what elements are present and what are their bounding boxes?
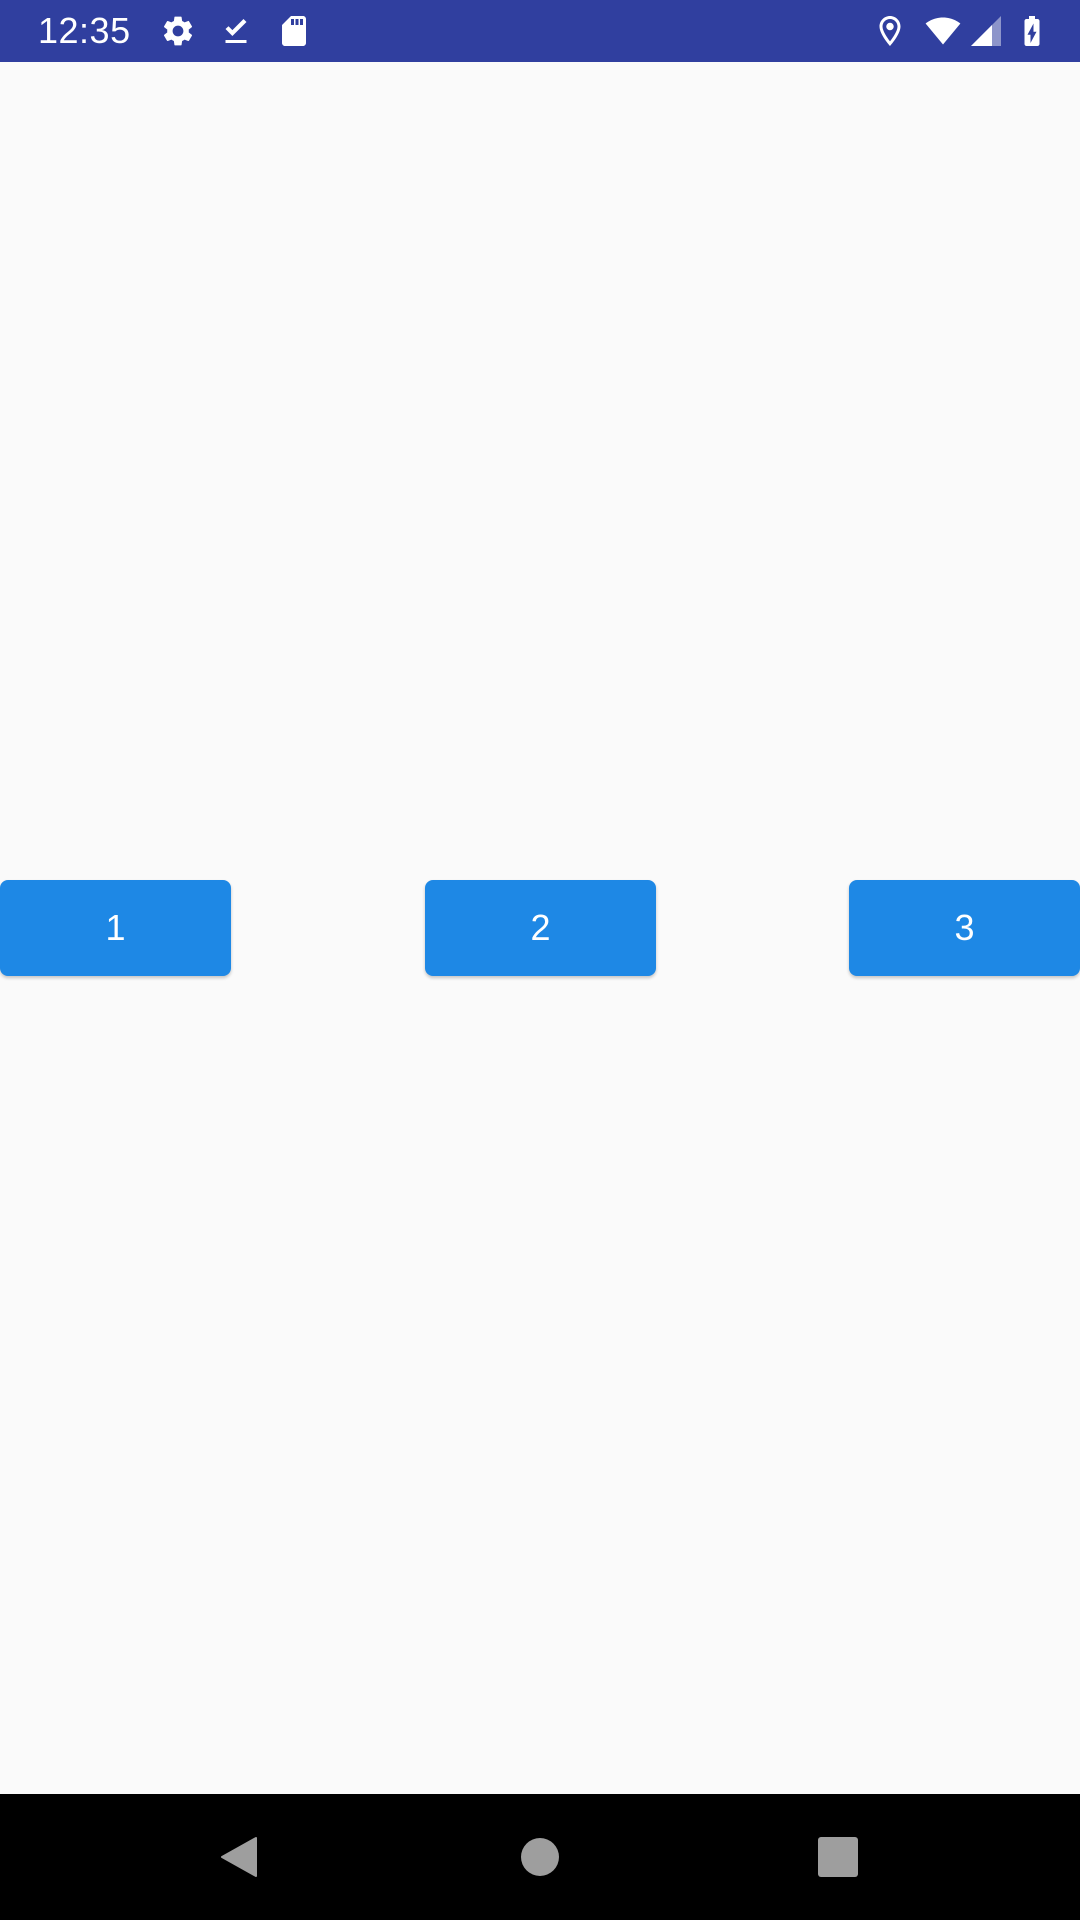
battery-charging-icon [1014,13,1050,49]
location-icon [872,13,908,49]
sd-card-icon [276,13,312,49]
status-bar: 12:35 [0,0,1080,62]
status-time: 12:35 [38,10,131,51]
download-done-icon [218,13,254,49]
button-3[interactable]: 3 [849,880,1080,976]
back-icon[interactable] [214,1832,264,1882]
button-2[interactable]: 2 [425,880,656,976]
home-icon[interactable] [515,1832,565,1882]
navigation-bar [0,1794,1080,1920]
main-content: 1 2 3 [0,62,1080,1794]
screen: 12:35 1 2 3 [0,0,1080,1920]
cell-signal-icon [968,13,1004,49]
wifi-icon [922,13,964,49]
settings-gear-icon [160,13,196,49]
button-1[interactable]: 1 [0,880,231,976]
recents-icon[interactable] [813,1832,863,1882]
